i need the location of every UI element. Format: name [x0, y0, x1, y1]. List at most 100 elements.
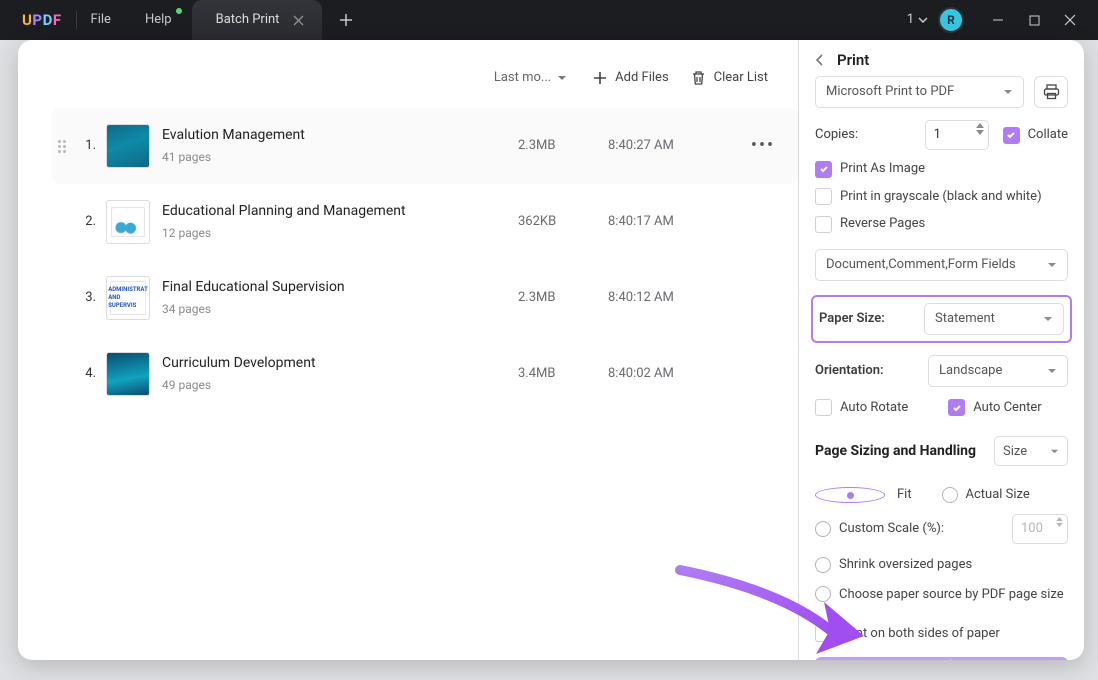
app-logo: UPDF [22, 10, 62, 30]
copies-label: Copies: [815, 126, 858, 144]
avatar[interactable]: R [938, 7, 964, 33]
reverse-pages-checkbox[interactable]: Reverse Pages [815, 215, 1068, 233]
auto-center-checkbox[interactable]: Auto Center [948, 399, 1041, 417]
radio-icon [815, 521, 831, 537]
close-window-button[interactable] [1052, 0, 1088, 40]
checkbox-icon [1003, 127, 1020, 144]
tab-batch-print[interactable]: Batch Print [192, 0, 323, 40]
menu-file[interactable]: File [91, 11, 111, 29]
file-size: 362KB [518, 213, 608, 231]
paper-size-row: Paper Size: Statement [811, 295, 1072, 343]
file-name: Curriculum Development [162, 354, 518, 373]
new-tab-button[interactable] [336, 10, 356, 30]
duplex-checkbox[interactable]: Print on both sides of paper [815, 625, 1068, 643]
back-button[interactable] [815, 54, 829, 66]
file-pages: 12 pages [162, 225, 518, 241]
chevron-left-icon [815, 54, 825, 66]
list-item[interactable]: 3. ADMINISTRATANDSUPERVIS Final Educatio… [52, 260, 798, 336]
file-time: 8:40:02 AM [608, 365, 748, 383]
file-size: 3.4MB [518, 365, 608, 383]
item-index: 4. [74, 365, 96, 383]
sort-select[interactable]: Last mo... [494, 69, 567, 87]
stepper-arrows[interactable] [976, 123, 984, 135]
chevron-down-icon [1047, 366, 1057, 376]
file-thumbnail [106, 124, 150, 168]
printer-select[interactable]: Microsoft Print to PDF [815, 76, 1024, 108]
checkbox-icon [815, 216, 832, 233]
checkbox-icon [815, 161, 832, 178]
file-time: 8:40:12 AM [608, 289, 748, 307]
tab-label: Batch Print [216, 11, 280, 29]
menu-help[interactable]: Help [145, 11, 172, 29]
file-name: Evalution Management [162, 126, 518, 145]
radio-icon [815, 586, 831, 602]
file-pages: 49 pages [162, 377, 518, 393]
orientation-label: Orientation: [815, 362, 918, 380]
paper-size-select[interactable]: Statement [924, 303, 1064, 335]
grayscale-checkbox[interactable]: Print in grayscale (black and white) [815, 188, 1068, 206]
print-button[interactable] [1034, 76, 1068, 108]
chevron-down-icon [918, 15, 928, 25]
list-item[interactable]: 1. Evalution Management 41 pages 2.3MB 8… [52, 108, 798, 184]
list-item[interactable]: 2. Educational Planning and Management 1… [52, 184, 798, 260]
file-pages: 34 pages [162, 301, 518, 317]
file-thumbnail [106, 200, 150, 244]
print-content-select[interactable]: Document,Comment,Form Fields [815, 249, 1068, 281]
collate-checkbox[interactable]: Collate [1003, 126, 1068, 144]
printer-icon [1043, 84, 1060, 100]
close-tab-icon[interactable] [293, 15, 304, 26]
file-size: 2.3MB [518, 289, 608, 307]
item-index: 1. [74, 137, 96, 155]
chevron-down-icon [1050, 447, 1059, 456]
file-thumbnail: ADMINISTRATANDSUPERVIS [106, 276, 150, 320]
actual-size-radio[interactable]: Actual Size [942, 486, 1069, 504]
print-panel: Print Microsoft Print to PDF Copies: [798, 40, 1084, 660]
custom-scale-input[interactable] [1013, 519, 1053, 539]
copies-stepper[interactable] [925, 120, 989, 150]
apply-button[interactable]: Apply [815, 657, 1068, 660]
open-files-counter[interactable]: 1 [907, 11, 928, 29]
checkbox-icon [815, 188, 832, 205]
radio-icon [815, 557, 831, 573]
radio-icon [815, 487, 885, 503]
file-name: Educational Planning and Management [162, 202, 518, 221]
chevron-down-icon [1047, 260, 1057, 270]
fit-radio[interactable]: Fit [815, 486, 942, 504]
more-button[interactable]: ••• [748, 134, 778, 158]
orientation-select[interactable]: Landscape [928, 355, 1068, 387]
sizing-select[interactable]: Size [994, 436, 1068, 466]
copies-input[interactable] [926, 125, 974, 145]
chevron-down-icon [557, 73, 567, 83]
file-time: 8:40:27 AM [608, 137, 748, 155]
auto-rotate-checkbox[interactable]: Auto Rotate [815, 399, 908, 417]
item-index: 3. [74, 289, 96, 307]
chevron-down-icon [1043, 314, 1053, 324]
clear-list-button[interactable]: Clear List [691, 69, 768, 87]
paper-size-label: Paper Size: [819, 310, 914, 328]
minimize-button[interactable] [980, 0, 1016, 40]
list-item[interactable]: 4. Curriculum Development 49 pages 3.4MB… [52, 336, 798, 412]
stepper-arrows[interactable] [1056, 517, 1063, 527]
file-name: Final Educational Supervision [162, 278, 518, 297]
notification-dot-icon [176, 8, 182, 14]
app-body: Last mo... Add Files Clear List 1. [18, 40, 1084, 660]
sizing-title: Page Sizing and Handling [815, 442, 976, 461]
separator [76, 11, 77, 29]
list-toolbar: Last mo... Add Files Clear List [52, 56, 798, 100]
plus-icon [593, 71, 607, 85]
add-files-button[interactable]: Add Files [593, 69, 668, 87]
maximize-button[interactable] [1016, 0, 1052, 40]
radio-icon [942, 487, 958, 503]
checkbox-icon [948, 399, 965, 416]
custom-scale-radio[interactable]: Custom Scale (%): [815, 520, 1004, 538]
trash-icon [691, 70, 706, 86]
file-time: 8:40:17 AM [608, 213, 748, 231]
file-pages: 41 pages [162, 149, 518, 165]
drag-handle-icon[interactable] [58, 140, 72, 153]
print-as-image-checkbox[interactable]: Print As Image [815, 160, 1068, 178]
custom-scale-stepper[interactable] [1012, 514, 1068, 544]
title-bar: UPDF File Help Batch Print 1 R [0, 0, 1098, 40]
file-size: 2.3MB [518, 137, 608, 155]
paper-source-radio[interactable]: Choose paper source by PDF page size [815, 586, 1068, 604]
shrink-radio[interactable]: Shrink oversized pages [815, 556, 1068, 574]
